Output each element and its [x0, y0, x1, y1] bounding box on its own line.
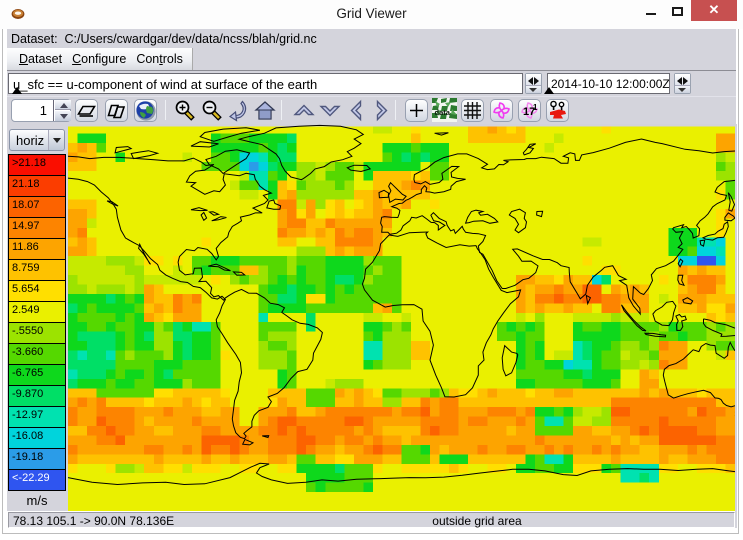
svg-text:1: 1	[533, 103, 538, 112]
svg-text:data: data	[435, 108, 451, 117]
